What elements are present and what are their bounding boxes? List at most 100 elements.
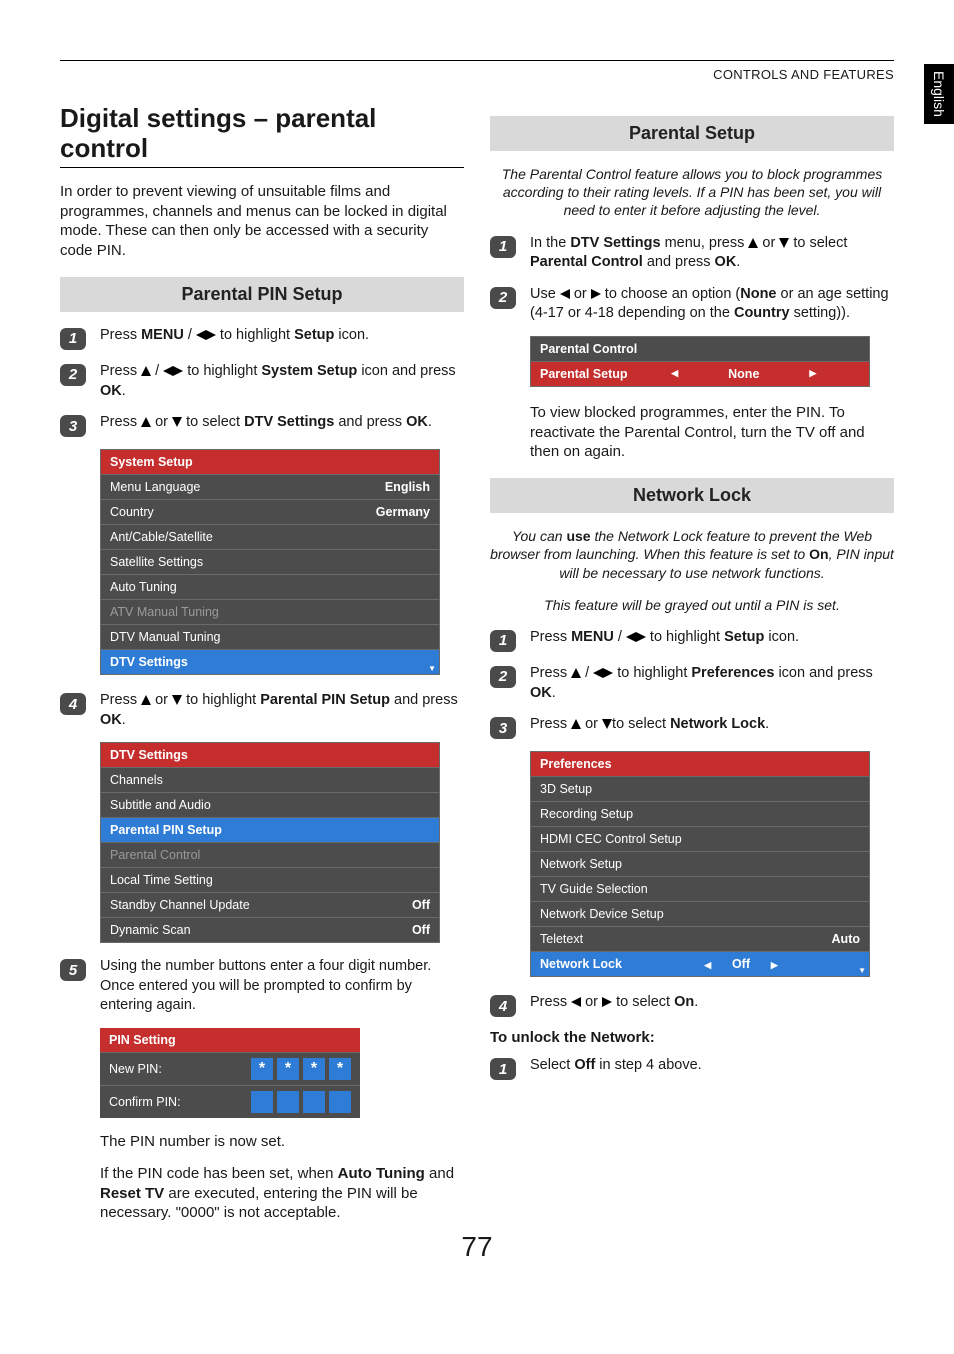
t: Setup <box>724 629 764 645</box>
network-lock-intro: You can use the Network Lock feature to … <box>490 527 894 582</box>
t: . <box>428 414 432 430</box>
menu-row: DTV Manual Tuning <box>101 624 439 649</box>
t: . <box>736 254 740 270</box>
row-label: DTV Manual Tuning <box>110 630 220 644</box>
step-text: Press or to select DTV Settings and pres… <box>100 413 464 433</box>
t: / <box>184 327 196 343</box>
row-value: Auto <box>832 932 860 946</box>
step-number-icon: 4 <box>60 693 86 715</box>
up-arrow-icon <box>141 417 151 427</box>
row-label: Network Device Setup <box>540 907 664 921</box>
t: . <box>122 383 126 399</box>
t: or <box>758 235 779 251</box>
menu-row: Dynamic ScanOff <box>101 917 439 942</box>
row-label: Menu Language <box>110 480 200 494</box>
t: Press <box>530 994 571 1010</box>
step-text: Select Off in step 4 above. <box>530 1056 894 1076</box>
down-arrow-icon <box>779 238 789 248</box>
row-label: Parental Setup <box>540 367 628 381</box>
right-step-1: 1 In the DTV Settings menu, press or to … <box>490 234 894 273</box>
t: You can <box>512 528 567 544</box>
pin-cell: * <box>251 1058 273 1080</box>
row-label: Network Setup <box>540 857 622 871</box>
t: Press <box>530 716 571 732</box>
row-label: Standby Channel Update <box>110 898 250 912</box>
nl-step-1: 1 Press MENU / to highlight Setup icon. <box>490 628 894 652</box>
unlock-heading: To unlock the Network: <box>490 1029 894 1046</box>
t: Network Lock <box>670 716 765 732</box>
row-label: DTV Settings <box>110 655 188 669</box>
menu-row: Network Device Setup <box>531 901 869 926</box>
step-text: Press or to select On. <box>530 993 894 1013</box>
step-text: Use or to choose an option (None or an a… <box>530 285 894 324</box>
pin-set-text: The PIN number is now set. <box>100 1132 464 1152</box>
row-value: Germany <box>376 505 430 519</box>
page-number: 77 <box>0 1231 954 1263</box>
t: Press <box>100 363 141 379</box>
network-lock-gray: This feature will be grayed out until a … <box>490 596 894 614</box>
after-parental-box: To view blocked programmes, enter the PI… <box>530 403 894 462</box>
t: / <box>151 363 163 379</box>
left-column: Digital settings – parental control In o… <box>60 104 464 1239</box>
t: DTV Settings <box>570 235 660 251</box>
pin-cell <box>251 1091 273 1113</box>
t: menu, press <box>661 235 749 251</box>
t: On <box>674 994 694 1010</box>
step-text: Using the number buttons enter a four di… <box>100 957 464 1016</box>
t: Press <box>100 414 141 430</box>
pin-note: If the PIN code has been set, when Auto … <box>100 1164 464 1223</box>
t: MENU <box>571 629 614 645</box>
t: OK <box>406 414 428 430</box>
step-number-icon: 3 <box>60 415 86 437</box>
menu-row: 3D Setup <box>531 776 869 801</box>
menu-row: HDMI CEC Control Setup <box>531 826 869 851</box>
page-root: CONTROLS AND FEATURES English Digital se… <box>0 0 954 1279</box>
step-number-icon: 1 <box>490 236 516 258</box>
pin-title: PIN Setting <box>100 1028 360 1052</box>
dtv-settings-menu: DTV Settings ChannelsSubtitle and AudioP… <box>100 742 440 943</box>
subheading-parental-setup: Parental Setup <box>490 116 894 151</box>
t: and <box>425 1165 454 1182</box>
t: or <box>151 414 172 430</box>
row-label: Parental PIN Setup <box>110 823 222 837</box>
row-value: Off <box>412 923 430 937</box>
left-arrow-icon <box>626 632 636 642</box>
left-arrow-icon <box>571 997 581 1007</box>
menu-row: Satellite Settings <box>101 549 439 574</box>
t: to select <box>789 235 847 251</box>
left-arrow-icon <box>196 330 206 340</box>
row-label: Teletext <box>540 932 583 946</box>
t: to highlight <box>182 692 260 708</box>
row-value: ◀ Off ▶ <box>622 957 860 971</box>
row-label: Ant/Cable/Satellite <box>110 530 213 544</box>
row-label: Network Lock <box>540 957 622 971</box>
nl-step-3: 3 Press or to select Network Lock. <box>490 715 894 739</box>
step-text: Press or to select Network Lock. <box>530 715 894 735</box>
step-number-icon: 1 <box>490 630 516 652</box>
t: use <box>566 528 590 544</box>
pin-cells <box>251 1091 351 1113</box>
step-text: Press MENU / to highlight Setup icon. <box>100 326 464 346</box>
t: OK <box>530 685 552 701</box>
menu-row: Country Germany <box>101 499 439 524</box>
menu-row-selected: Parental Setup ◀ None ▶ <box>531 361 869 386</box>
pin-cell: * <box>303 1058 325 1080</box>
t: or <box>581 716 602 732</box>
step-number-icon: 2 <box>490 666 516 688</box>
right-arrow-icon <box>603 668 613 678</box>
up-arrow-icon <box>571 668 581 678</box>
t: to highlight <box>183 363 261 379</box>
step-number-icon: 3 <box>490 717 516 739</box>
t: Use <box>530 286 560 302</box>
t: OK <box>715 254 737 270</box>
t: Select <box>530 1057 574 1073</box>
t: icon and press <box>774 665 872 681</box>
menu-row: Network Setup <box>531 851 869 876</box>
parental-control-menu: Parental Control Parental Setup ◀ None ▶ <box>530 336 870 387</box>
row-label: Country <box>110 505 154 519</box>
pin-cell: * <box>277 1058 299 1080</box>
t: to highlight <box>646 629 724 645</box>
pin-wrap: PIN Setting New PIN: * * * * Confirm PIN… <box>100 1028 464 1223</box>
left-step-4: 4 Press or to highlight Parental PIN Set… <box>60 691 464 730</box>
t: DTV Settings <box>244 414 334 430</box>
